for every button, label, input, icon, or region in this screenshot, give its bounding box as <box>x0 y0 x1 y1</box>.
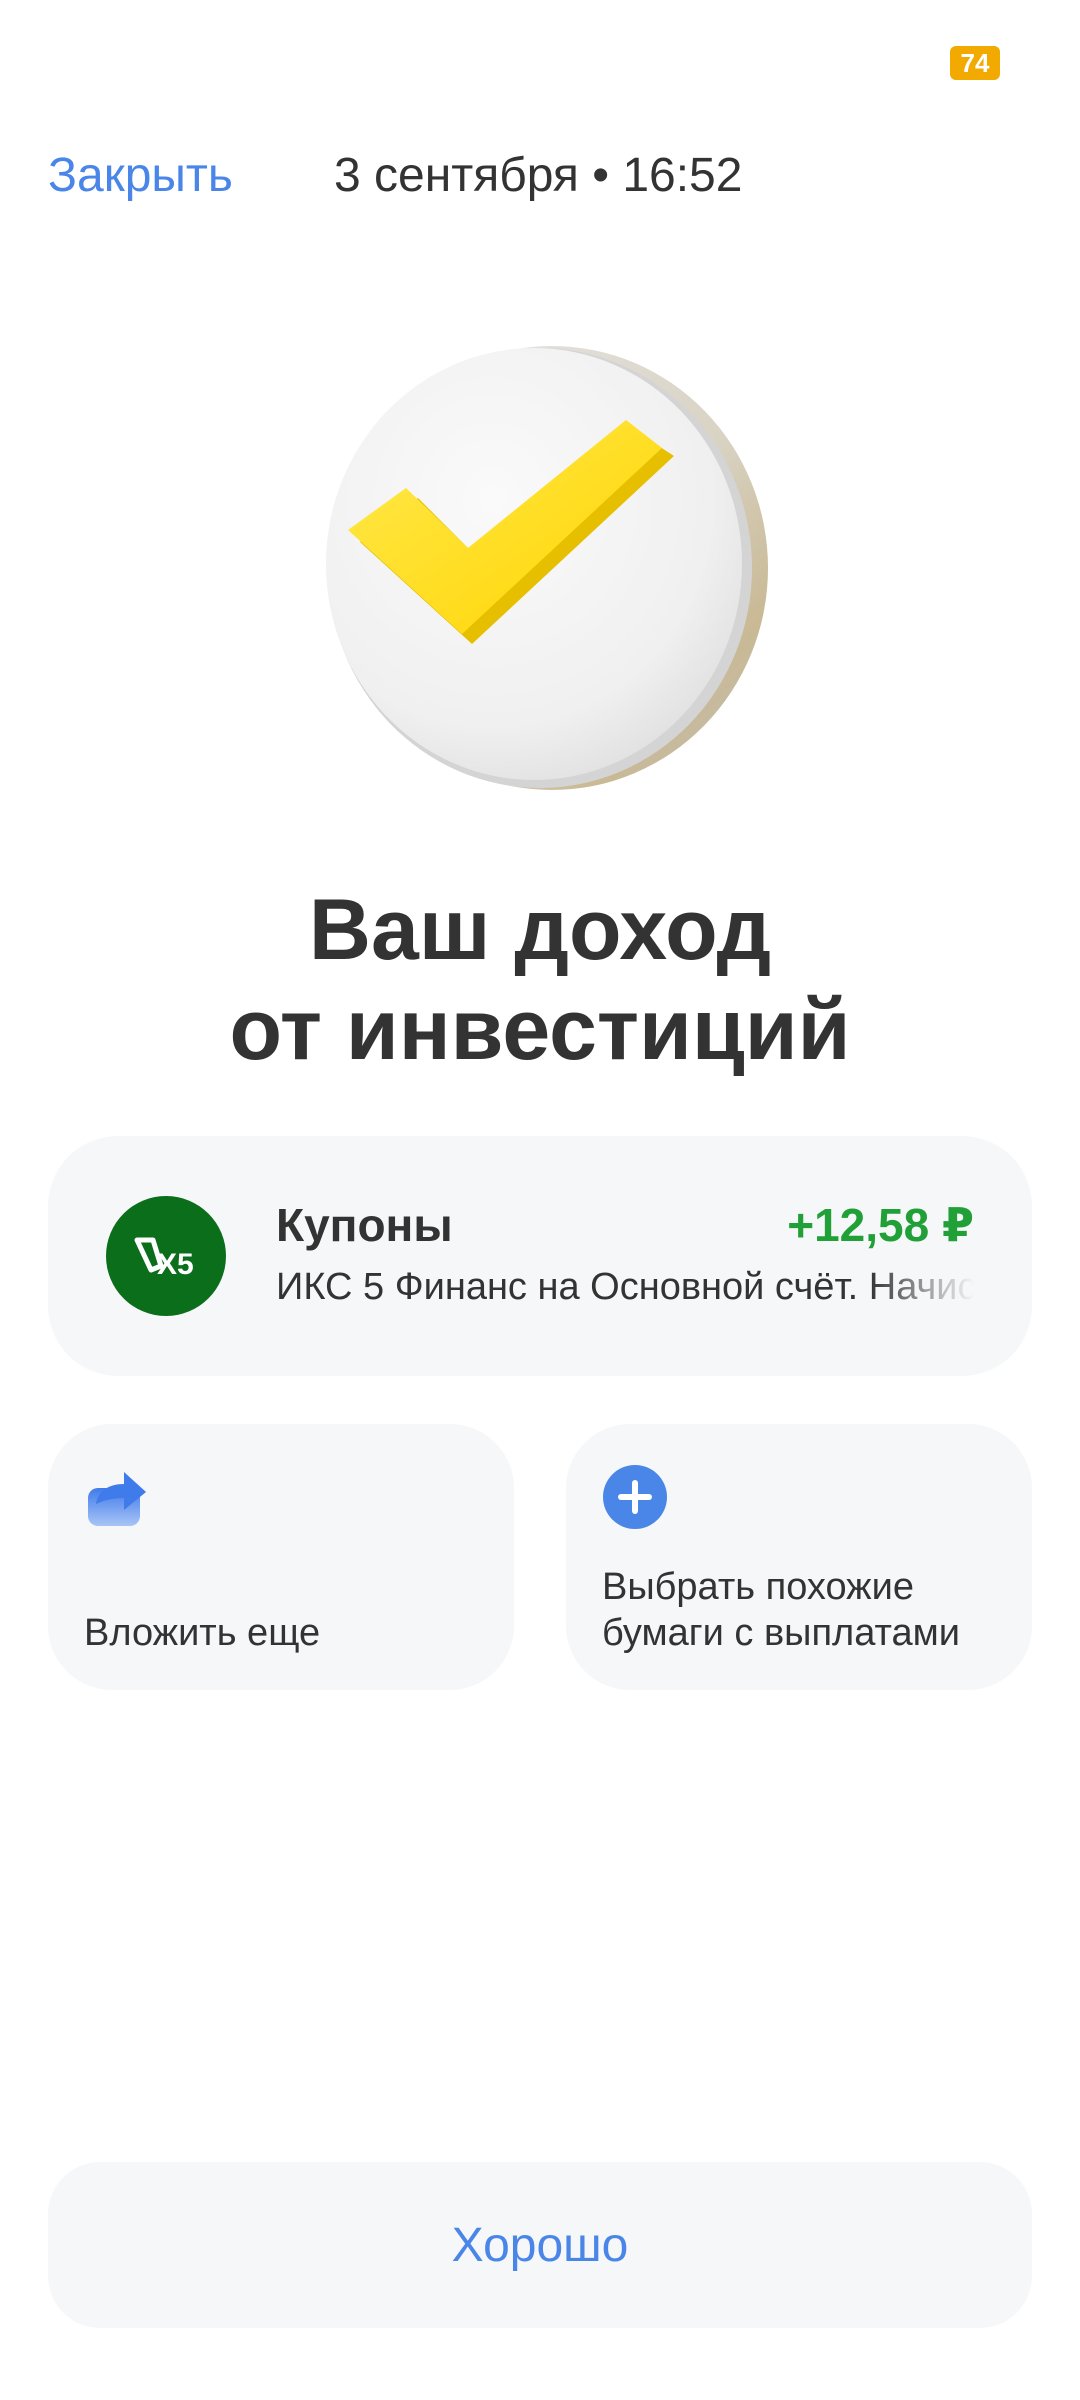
invest-more-label: Вложить еще <box>84 1612 321 1654</box>
page-title-line-1: Ваш доход <box>308 882 772 978</box>
plus-circle-icon <box>602 1464 668 1530</box>
battery-indicator: 74 <box>950 46 1000 80</box>
page-title: Ваш доход от инвестиций <box>0 880 1080 1080</box>
share-arrow-icon <box>84 1464 150 1530</box>
income-card[interactable]: X5 Купоны +12,58 ₽ ИКС 5 Финанс на Основ… <box>48 1136 1032 1376</box>
similar-securities-button[interactable]: Выбрать похожие бумаги с выплатами <box>566 1424 1032 1690</box>
investment-income-screen: 74 Закрыть 3 сентября • 16:52 Ваш доход … <box>0 0 1080 2400</box>
header: Закрыть 3 сентября • 16:52 <box>0 140 1080 210</box>
status-bar: 74 <box>0 0 1080 110</box>
operation-datetime: 3 сентября • 16:52 <box>334 149 743 202</box>
x5-logo-text: X5 <box>157 1248 194 1281</box>
similar-securities-label: Выбрать похожие бумаги с выплатами <box>602 1566 960 1654</box>
close-button[interactable]: Закрыть <box>48 148 233 203</box>
income-type: Купоны <box>276 1199 453 1251</box>
invest-more-button[interactable]: Вложить еще <box>48 1424 514 1690</box>
ok-button[interactable]: Хорошо <box>48 2162 1032 2328</box>
checkmark-coin-icon <box>300 330 780 810</box>
x5-logo-icon: X5 <box>106 1196 226 1316</box>
income-amount: +12,58 ₽ <box>787 1199 974 1251</box>
income-description: ИКС 5 Финанс на Основной счёт. Начислено <box>276 1266 974 1308</box>
page-title-line-2: от инвестиций <box>229 982 851 1078</box>
